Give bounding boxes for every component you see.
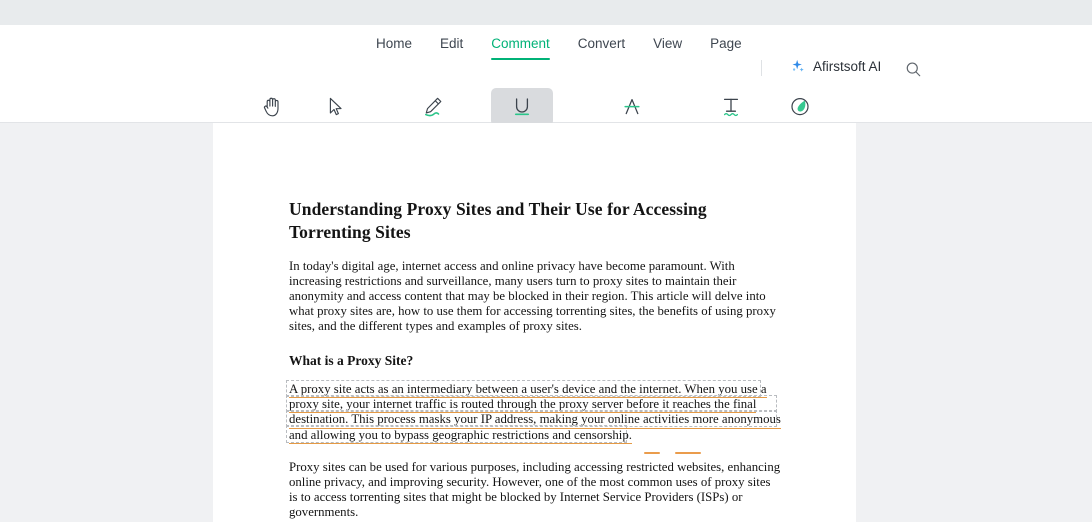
tool-select-iconbox xyxy=(304,88,366,126)
tab-page[interactable]: Page xyxy=(696,25,756,62)
stray-underline-marks[interactable] xyxy=(644,448,754,458)
highlight-pen-icon xyxy=(424,97,442,117)
stray-underline-mark[interactable] xyxy=(675,452,701,455)
tab-page-label: Page xyxy=(710,36,742,51)
annotation-toolbar: Hand Select xyxy=(0,62,1092,172)
app-window: Home Edit Comment Convert View Page Afir… xyxy=(0,0,1092,522)
document-title: Understanding Proxy Sites and Their Use … xyxy=(289,199,707,243)
tab-comment-label: Comment xyxy=(491,36,550,51)
tool-sticker-iconbox xyxy=(769,88,831,126)
tab-home-label: Home xyxy=(376,36,413,51)
tab-convert[interactable]: Convert xyxy=(564,25,639,62)
annotation-line[interactable]: destination. This process masks your IP … xyxy=(286,409,781,429)
tab-view[interactable]: View xyxy=(639,25,696,62)
tool-strikethrough-iconbox xyxy=(601,88,663,126)
annotation-line-text: A proxy site acts as an intermediary bet… xyxy=(289,382,767,399)
underline-annotation-block[interactable]: A proxy site acts as an intermediary bet… xyxy=(286,379,781,444)
tab-edit[interactable]: Edit xyxy=(426,25,477,62)
tab-comment[interactable]: Comment xyxy=(477,25,564,62)
sticker-icon xyxy=(791,98,809,116)
annotation-line-text: and allowing you to bypass geographic re… xyxy=(289,428,632,444)
tab-view-label: View xyxy=(653,36,683,51)
tool-hand-iconbox xyxy=(242,88,304,126)
cursor-arrow-icon xyxy=(329,97,342,116)
menu-tabs: Home Edit Comment Convert View Page xyxy=(362,25,756,62)
menu-tab-row: Home Edit Comment Convert View Page Afir… xyxy=(0,25,1092,77)
tool-underline-iconbox xyxy=(491,88,554,126)
tool-highlight-iconbox xyxy=(402,88,464,126)
ribbon: Home Edit Comment Convert View Page Afir… xyxy=(0,25,1092,172)
tab-home[interactable]: Home xyxy=(362,25,426,62)
tab-convert-label: Convert xyxy=(577,36,626,51)
strikethrough-icon xyxy=(624,98,640,115)
annotation-line-text: proxy site, your internet traffic is rou… xyxy=(289,397,757,414)
annotation-line[interactable]: A proxy site acts as an intermediary bet… xyxy=(286,379,781,399)
document-viewport[interactable]: Understanding Proxy Sites and Their Use … xyxy=(0,123,1092,522)
document-content: Understanding Proxy Sites and Their Use … xyxy=(286,198,781,521)
hand-icon xyxy=(263,97,279,117)
tab-edit-label: Edit xyxy=(440,36,464,51)
intro-paragraph: In today's digital age, internet access … xyxy=(289,258,776,334)
closing-paragraph: Proxy sites can be used for various purp… xyxy=(289,459,781,520)
stray-underline-mark[interactable] xyxy=(644,452,660,455)
annotation-line[interactable]: and allowing you to bypass geographic re… xyxy=(286,425,781,444)
tool-tilde-iconbox xyxy=(700,88,762,126)
tilde-icon xyxy=(723,98,739,117)
section-heading: What is a Proxy Site? xyxy=(289,352,414,368)
window-title-bar xyxy=(0,0,1092,25)
underline-icon xyxy=(515,98,530,116)
annotation-line-text: destination. This process masks your IP … xyxy=(289,412,781,429)
document-page[interactable]: Understanding Proxy Sites and Their Use … xyxy=(213,123,856,522)
annotation-line[interactable]: proxy site, your internet traffic is rou… xyxy=(286,394,781,414)
